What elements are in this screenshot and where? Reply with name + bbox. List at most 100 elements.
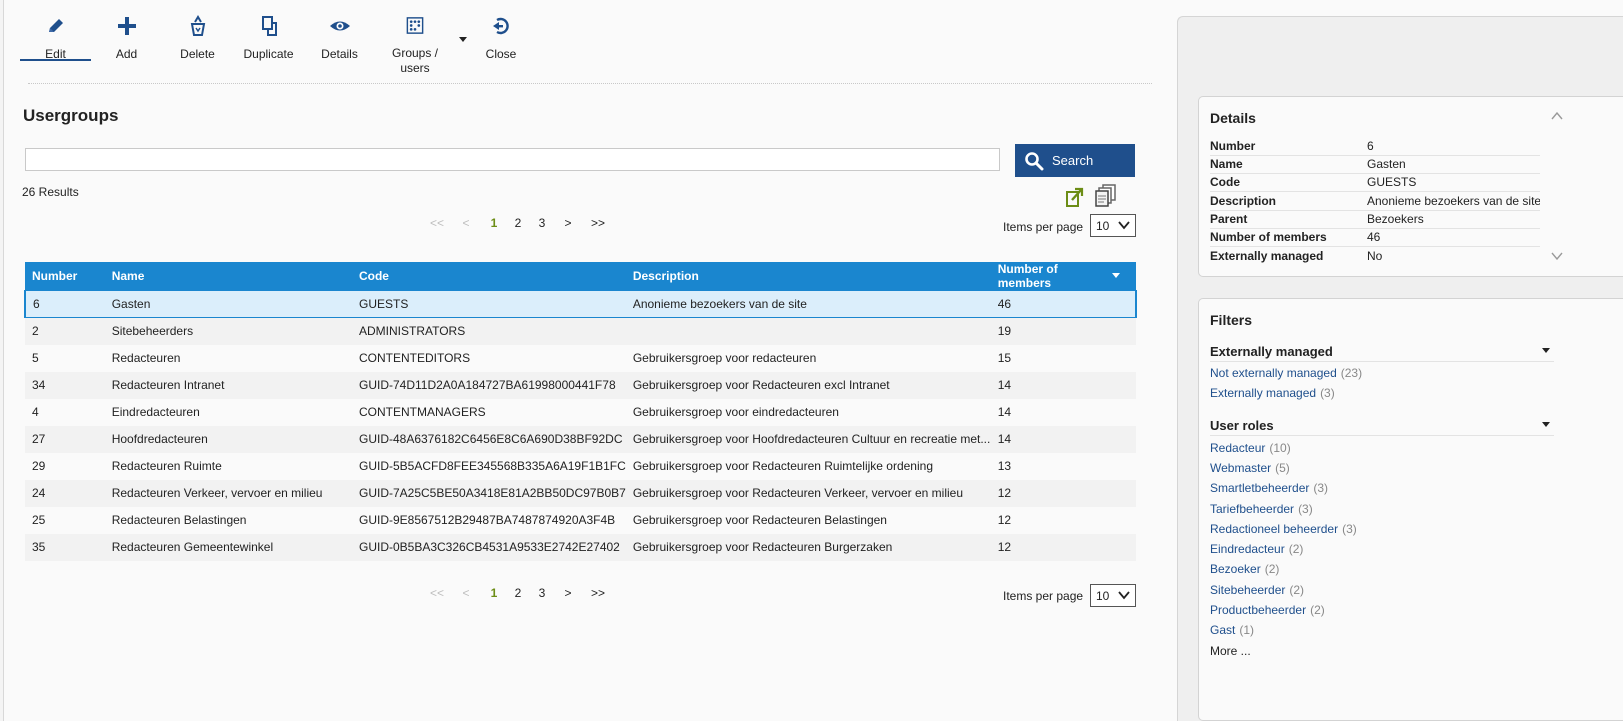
pager-last[interactable]: >>	[582, 216, 614, 230]
filter-more-link[interactable]: More ...	[1210, 644, 1251, 658]
search-input[interactable]	[25, 148, 1000, 171]
pager-page-3[interactable]: 3	[530, 216, 554, 230]
table-row[interactable]: 4 Eindredacteuren CONTENTMANAGERS Gebrui…	[25, 398, 1136, 426]
column-header-name[interactable]: Name	[104, 262, 352, 291]
filter-item-label: Gast	[1210, 623, 1236, 637]
column-header-number[interactable]: Number	[25, 262, 105, 291]
table-row[interactable]: 5 Redacteuren CONTENTEDITORS Gebruikersg…	[25, 344, 1136, 372]
details-button[interactable]: Details	[304, 12, 375, 76]
groups-users-button[interactable]: Groups / users	[375, 12, 455, 76]
filter-item[interactable]: Redactioneel beheerder (3)	[1210, 522, 1357, 536]
duplicate-button[interactable]: Duplicate	[233, 12, 304, 76]
add-label: Add	[115, 47, 138, 61]
column-header-description[interactable]: Description	[625, 262, 991, 291]
filter-item[interactable]: Not externally managed (23)	[1210, 366, 1362, 380]
filter-item-label: Webmaster	[1210, 461, 1272, 475]
table-row[interactable]: 34 Redacteuren Intranet GUID-74D11D2A0A1…	[25, 371, 1136, 399]
pager-prev[interactable]: <	[450, 586, 482, 600]
pager-page-2[interactable]: 2	[506, 216, 530, 230]
cell-name: Hoofdredacteuren	[104, 425, 352, 453]
filter-item-count: (2)	[1310, 603, 1325, 617]
cell-code: GUID-7A25C5BE50A3418E81A2BB50DC97B0B7	[351, 479, 626, 507]
cell-members: 15	[990, 344, 1136, 372]
filter-group-externally-managed[interactable]: Externally managed	[1210, 344, 1554, 362]
export-icon[interactable]	[1065, 186, 1085, 208]
filter-item[interactable]: Smartletbeheerder (3)	[1210, 481, 1328, 495]
cell-members: 12	[990, 479, 1136, 507]
cell-description: Gebruikersgroep voor eindredacteuren	[625, 398, 991, 426]
details-value: No	[1367, 249, 1383, 263]
cell-code: GUID-48A6376182C6456E8C6A690D38BF92DC	[351, 425, 626, 453]
pager-top: << < 1 2 3 > >>	[424, 216, 614, 230]
pager-next[interactable]: >	[554, 216, 582, 230]
filter-item[interactable]: Productbeheerder (2)	[1210, 603, 1325, 617]
details-label: Name	[1210, 157, 1243, 171]
filter-item[interactable]: Redacteur (10)	[1210, 441, 1291, 455]
usergroups-table: Number Name Code Description Number of m…	[24, 262, 1138, 561]
items-per-page-label: Items per page	[1003, 220, 1084, 234]
close-label: Close	[485, 47, 517, 61]
cell-name: Redacteuren Intranet	[104, 371, 352, 399]
column-header-code[interactable]: Code	[351, 262, 626, 291]
pager-page-2[interactable]: 2	[506, 586, 530, 600]
search-button[interactable]: Search	[1015, 144, 1135, 177]
pager-next[interactable]: >	[554, 586, 582, 600]
chevron-down-icon	[1118, 221, 1130, 230]
user-grid-icon	[406, 17, 424, 34]
filter-item[interactable]: Eindredacteur (2)	[1210, 542, 1303, 556]
filter-item-label: Externally managed	[1210, 386, 1317, 400]
filter-item-count: (5)	[1275, 461, 1290, 475]
table-row[interactable]: 24 Redacteuren Verkeer, vervoer en milie…	[25, 479, 1136, 507]
scroll-up-icon[interactable]	[1551, 112, 1563, 120]
cell-members: 19	[990, 317, 1136, 345]
add-button[interactable]: Add	[91, 12, 162, 76]
details-value: Anonieme bezoekers van de site	[1367, 194, 1540, 208]
groups-users-dropdown[interactable]	[455, 12, 471, 76]
details-row-number: Number 6	[1210, 138, 1540, 156]
groups-users-label: Groups / users	[391, 46, 439, 75]
cell-name: Redacteuren Verkeer, vervoer en milieu	[104, 479, 352, 507]
toolbar: Edit Add Delete Duplicate Details Groups…	[20, 12, 531, 76]
pager-first[interactable]: <<	[424, 586, 450, 600]
cell-description: Anonieme bezoekers van de site	[625, 290, 991, 318]
delete-button[interactable]: Delete	[162, 12, 233, 76]
table-row[interactable]: 27 Hoofdredacteuren GUID-48A6376182C6456…	[25, 425, 1136, 453]
pager-page-1[interactable]: 1	[482, 586, 506, 600]
items-per-page-label: Items per page	[1003, 589, 1084, 603]
table-row[interactable]: 25 Redacteuren Belastingen GUID-9E856751…	[25, 506, 1136, 534]
filter-item[interactable]: Webmaster (5)	[1210, 461, 1290, 475]
table-row[interactable]: 2 Sitebeheerders ADMINISTRATORS 19	[25, 317, 1136, 345]
filter-item[interactable]: Bezoeker (2)	[1210, 562, 1279, 576]
close-button[interactable]: Close	[471, 12, 531, 76]
cell-description	[625, 317, 991, 345]
pager-prev[interactable]: <	[450, 216, 482, 230]
cell-number: 4	[25, 398, 105, 426]
page-title: Usergroups	[23, 106, 119, 125]
pager-page-1[interactable]: 1	[482, 216, 506, 230]
cell-code: GUID-0B5BA3C326CB4531A9533E2742E27402	[351, 533, 626, 561]
filter-item-label: Tariefbeheerder	[1210, 502, 1295, 516]
filter-item[interactable]: Sitebeheerder (2)	[1210, 583, 1304, 597]
details-value: GUESTS	[1367, 175, 1417, 189]
table-row[interactable]: 6 Gasten GUESTS Anonieme bezoekers van d…	[24, 290, 1138, 318]
details-value: 46	[1367, 230, 1381, 244]
pager-last[interactable]: >>	[582, 586, 614, 600]
items-per-page-select[interactable]: 10	[1090, 214, 1136, 237]
items-per-page-select[interactable]: 10	[1090, 584, 1136, 607]
table-row[interactable]: 35 Redacteuren Gemeentewinkel GUID-0B5BA…	[25, 533, 1136, 561]
cell-code: GUID-5B5ACFD8FEE345568B335A6A19F1B1FC	[351, 452, 626, 480]
column-header-members[interactable]: Number of members	[990, 262, 1136, 291]
copy-icon[interactable]	[1095, 184, 1117, 208]
scroll-down-icon[interactable]	[1551, 252, 1563, 260]
pager-first[interactable]: <<	[424, 216, 450, 230]
filter-group-user-roles[interactable]: User roles	[1210, 418, 1554, 436]
details-row-parent: Parent Bezoekers	[1210, 211, 1540, 229]
edit-button[interactable]: Edit	[20, 12, 91, 76]
pager-page-3[interactable]: 3	[530, 586, 554, 600]
filter-item[interactable]: Gast (1)	[1210, 623, 1254, 637]
left-edge	[0, 0, 4, 721]
filter-item[interactable]: Externally managed (3)	[1210, 386, 1335, 400]
filter-item[interactable]: Tariefbeheerder (3)	[1210, 502, 1313, 516]
table-row[interactable]: 29 Redacteuren Ruimte GUID-5B5ACFD8FEE34…	[25, 452, 1136, 480]
cell-code: GUESTS	[351, 290, 626, 318]
